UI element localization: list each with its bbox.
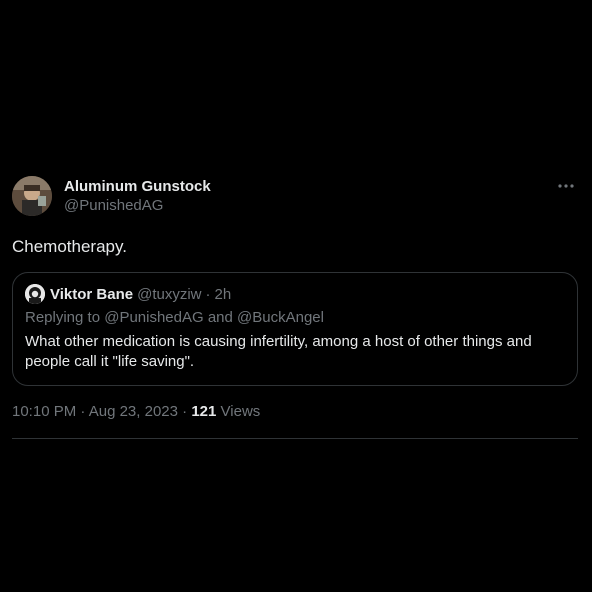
- tweet-date[interactable]: Aug 23, 2023: [89, 403, 178, 420]
- tweet-text: Chemotherapy.: [12, 237, 127, 256]
- user-handle[interactable]: @PunishedAG: [64, 196, 211, 216]
- tweet: Aluminum Gunstock @PunishedAG Chemothera…: [12, 176, 578, 439]
- meta-separator: ·: [80, 403, 86, 420]
- quoted-avatar-image: [25, 284, 45, 304]
- quoted-display-name[interactable]: Viktor Bane: [50, 286, 133, 303]
- author-block: Aluminum Gunstock @PunishedAG: [64, 178, 211, 216]
- display-name[interactable]: Aluminum Gunstock: [64, 178, 211, 196]
- replying-and: and: [207, 309, 233, 326]
- replying-to-line: Replying to @PunishedAG and @BuckAngel: [25, 308, 565, 328]
- views-count: 121: [191, 403, 217, 420]
- quoted-tweet[interactable]: Viktor Bane @tuxyziw · 2h Replying to @P…: [12, 272, 578, 386]
- quoted-avatar[interactable]: [25, 284, 45, 304]
- avatar-image: [12, 176, 52, 216]
- divider: [12, 438, 578, 439]
- replying-mention[interactable]: @BuckAngel: [237, 309, 324, 326]
- tweet-meta: 10:10 PM · Aug 23, 2023 · 121 Views: [12, 402, 578, 422]
- views-label: Views: [220, 403, 261, 420]
- replying-prefix: Replying to: [25, 309, 101, 326]
- quoted-tweet-text: What other medication is causing inferti…: [25, 333, 532, 370]
- meta-separator: ·: [182, 403, 188, 420]
- quoted-separator: ·: [205, 285, 211, 303]
- more-options-button[interactable]: [556, 178, 576, 194]
- avatar[interactable]: [12, 176, 52, 216]
- tweet-time[interactable]: 10:10 PM: [12, 403, 76, 420]
- more-horizontal-icon: [558, 184, 574, 188]
- quoted-tweet-header: Viktor Bane @tuxyziw · 2h: [25, 284, 565, 304]
- replying-mention[interactable]: @PunishedAG: [104, 309, 203, 326]
- tweet-header: Aluminum Gunstock @PunishedAG: [12, 176, 578, 218]
- quoted-timestamp[interactable]: 2h: [215, 286, 232, 303]
- quoted-user-handle[interactable]: @tuxyziw: [137, 286, 201, 303]
